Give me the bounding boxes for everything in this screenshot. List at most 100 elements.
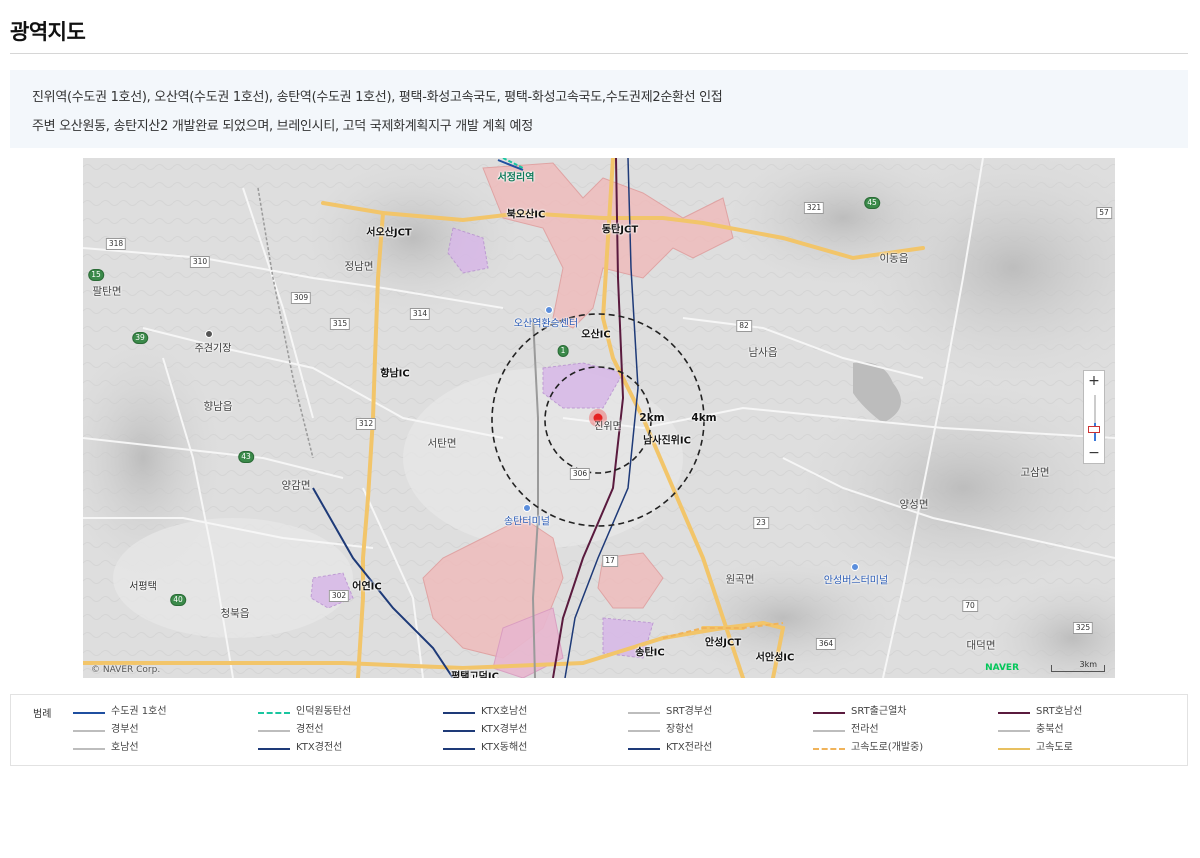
route-shield: 45 xyxy=(864,197,880,209)
map-label-jeongnam: 정남면 xyxy=(344,260,374,273)
map-label-pyeongtaek-godeok-ic: 평택고덕IC xyxy=(451,671,499,679)
legend-swatch xyxy=(998,730,1030,732)
legend-label: 고속도로 xyxy=(1036,742,1073,753)
route-shield: 40 xyxy=(170,594,186,606)
route-shield: 82 xyxy=(736,320,752,332)
legend-label: 고속도로(개발중) xyxy=(851,742,924,753)
map-label-seoosan-jct: 서오산JCT xyxy=(366,227,412,239)
route-shield: 39 xyxy=(132,332,148,344)
page-title: 광역지도 xyxy=(10,20,86,44)
legend-label: 호남선 xyxy=(111,742,139,753)
map-label-gosam: 고삼면 xyxy=(1020,466,1050,479)
legend-swatch xyxy=(73,712,105,714)
map-label-hyangnam-ic: 향남IC xyxy=(380,368,410,380)
zoom-slider-thumb[interactable] xyxy=(1088,426,1100,433)
legend-swatch xyxy=(628,748,660,750)
legend-label: SRT출근열차 xyxy=(851,706,907,717)
legend-swatch xyxy=(258,730,290,732)
route-shield: 310 xyxy=(189,256,211,268)
map-label-jugyeong: 주견기장 xyxy=(194,343,232,355)
map-credit: © NAVER Corp. xyxy=(91,665,161,675)
legend-label: KTX경부선 xyxy=(481,724,528,735)
map-legend: 범례 수도권 1호선 인덕원동탄선 KTX호남선 SRT경부선 SRT출근열차 SRT호남… xyxy=(10,694,1188,766)
legend-swatch xyxy=(443,730,475,732)
map-label-namsa: 남사읍 xyxy=(748,346,778,359)
route-shield: 306 xyxy=(569,468,591,480)
legend-label: 충북선 xyxy=(1036,724,1064,735)
route-shield: 309 xyxy=(290,292,312,304)
map-label-seopyeongtaek: 서평택 xyxy=(129,581,157,593)
route-shield: 23 xyxy=(753,517,769,529)
regional-map[interactable]: 서정리역 북오산IC 서오산JCT 동탄JCT 정남면 팔탄면 이동읍 오산역환… xyxy=(83,158,1115,678)
legend-swatch xyxy=(813,730,845,732)
map-label-eoyeon-ic: 어연IC xyxy=(352,581,382,593)
map-label-anseong-terminal: 안성버스터미널 xyxy=(823,575,889,587)
map-label-songtan-terminal: 송탄터미널 xyxy=(504,516,550,528)
map-label-yangseong: 양성면 xyxy=(899,498,929,511)
map-label-hyangnam: 향남읍 xyxy=(203,400,233,413)
legend-swatch xyxy=(813,712,845,714)
map-label-dongtan-jct: 동탄JCT xyxy=(601,224,639,236)
legend-label: KTX경전선 xyxy=(296,742,343,753)
map-label-cheongbuk: 청북읍 xyxy=(220,607,250,620)
legend-title: 범례 xyxy=(33,709,52,720)
map-label-osan-transfer-center: 오산역환승센터 xyxy=(513,318,579,330)
legend-swatch xyxy=(258,748,290,750)
legend-label: 장항선 xyxy=(666,724,694,735)
route-shield: 364 xyxy=(815,638,837,650)
map-label-osan-ic: 오산IC xyxy=(581,329,611,341)
map-label-seotan: 서탄면 xyxy=(427,437,457,450)
map-label-daedeok: 대덕면 xyxy=(966,639,996,652)
route-shield: 70 xyxy=(962,600,978,612)
map-label-anseong-jct: 안성JCT xyxy=(704,637,742,649)
legend-swatch xyxy=(998,748,1030,750)
zoom-out-button[interactable]: − xyxy=(1084,443,1104,463)
legend-label: 경부선 xyxy=(111,724,139,735)
map-label-bukosan-ic: 북오산IC xyxy=(506,209,546,221)
map-label-paltan: 팔탄면 xyxy=(92,285,122,298)
map-label-jinwi: 진위면 xyxy=(594,421,622,433)
description-line-2: 주변 오산원동, 송탄지산2 개발완료 되었으며, 브레인시티, 고덕 국제화계… xyxy=(32,119,533,134)
naver-logo: NAVER xyxy=(985,663,1019,673)
description-line-1: 진위역(수도권 1호선), 오산역(수도권 1호선), 송탄역(수도권 1호선)… xyxy=(32,90,723,105)
radius-label-4km: 4km xyxy=(691,412,717,424)
route-shield: 302 xyxy=(328,590,350,602)
legend-label: 전라선 xyxy=(851,724,879,735)
route-shield: 325 xyxy=(1072,622,1094,634)
zoom-in-button[interactable]: + xyxy=(1084,371,1104,391)
description-box: 진위역(수도권 1호선), 오산역(수도권 1호선), 송탄역(수도권 1호선)… xyxy=(10,70,1188,148)
route-shield: 315 xyxy=(329,318,351,330)
legend-swatch xyxy=(998,712,1030,714)
route-shield: 318 xyxy=(105,238,127,250)
map-label-idong: 이동읍 xyxy=(879,252,909,265)
route-shield: 1 xyxy=(557,345,569,357)
legend-swatch xyxy=(628,712,660,714)
radius-label-2km: 2km xyxy=(639,412,665,424)
scale-bar xyxy=(1051,665,1105,672)
map-label-wongok: 원곡면 xyxy=(725,573,755,586)
legend-label: KTX전라선 xyxy=(666,742,713,753)
map-label-seojeong: 서정리역 xyxy=(497,172,535,184)
legend-swatch xyxy=(443,712,475,714)
title-divider xyxy=(10,53,1188,54)
map-label-namsa-jinwi-ic: 남사진위IC xyxy=(643,435,691,447)
legend-swatch xyxy=(258,712,290,714)
zoom-control[interactable]: + − xyxy=(1083,370,1105,464)
legend-label: SRT경부선 xyxy=(666,706,713,717)
legend-label: SRT호남선 xyxy=(1036,706,1083,717)
legend-swatch xyxy=(73,748,105,750)
route-shield: 314 xyxy=(409,308,431,320)
map-label-yanggam: 양감면 xyxy=(281,479,311,492)
route-shield: 321 xyxy=(803,202,825,214)
route-shield: 312 xyxy=(355,418,377,430)
legend-label: KTX동해선 xyxy=(481,742,528,753)
legend-label: 수도권 1호선 xyxy=(111,706,167,717)
map-label-seoanseong-ic: 서안성IC xyxy=(755,652,795,664)
route-shield: 17 xyxy=(602,555,618,567)
legend-label: KTX호남선 xyxy=(481,706,528,717)
route-shield: 43 xyxy=(238,451,254,463)
legend-label: 인덕원동탄선 xyxy=(296,706,352,717)
legend-swatch xyxy=(628,730,660,732)
map-label-songtan-ic: 송탄IC xyxy=(635,647,665,659)
legend-label: 경전선 xyxy=(296,724,324,735)
